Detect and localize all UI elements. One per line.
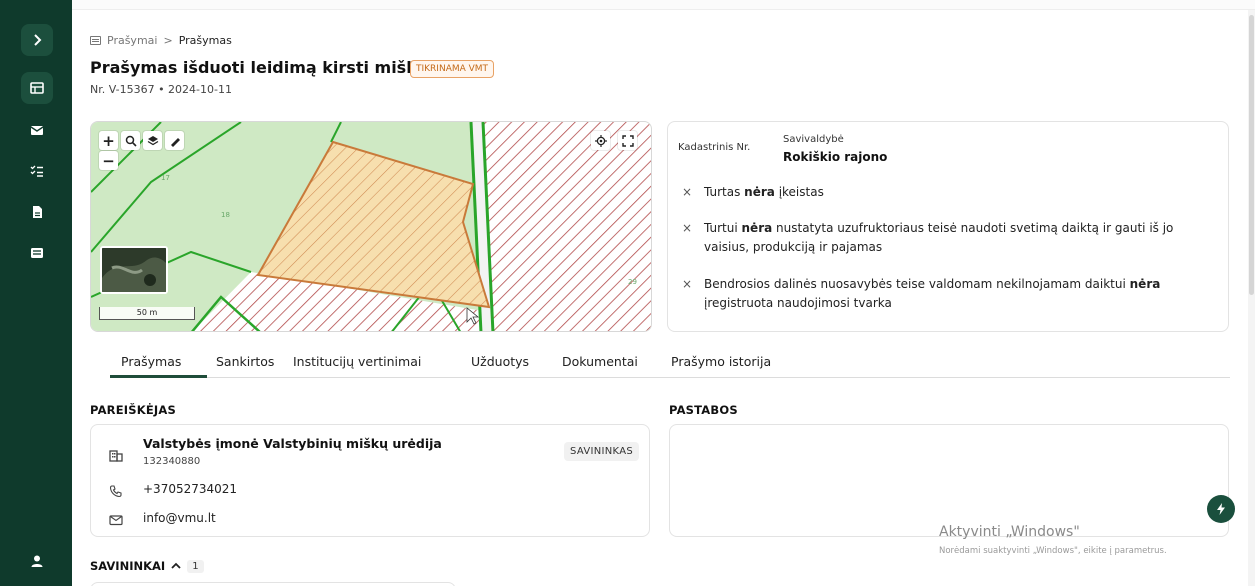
locate-icon: [594, 134, 607, 147]
active-tab-indicator: [110, 375, 207, 378]
search-icon: [125, 135, 137, 147]
applicant-card: Valstybės įmonė Valstybinių miškų urėdij…: [90, 424, 650, 537]
user-icon: [31, 555, 43, 567]
close-icon: ×: [682, 277, 693, 291]
sidebar-item-registry[interactable]: [21, 237, 53, 269]
sidebar-item-applications[interactable]: [21, 72, 53, 104]
satellite-thumbnail: [102, 248, 166, 292]
fact-item: × Turtas nėra įkeistas: [682, 183, 1212, 202]
applicant-heading: PAREIŠKĖJAS: [90, 403, 176, 417]
tab-application[interactable]: Prašymas: [121, 354, 181, 369]
breadcrumb-current: Prašymas: [178, 34, 232, 47]
municipality-label: Savivaldybė: [783, 134, 844, 145]
parcel-number: 29: [628, 278, 637, 286]
map-layers-button[interactable]: [143, 131, 162, 150]
status-badge: TIKRINAMA VMT: [410, 60, 495, 78]
cadastral-number-label: Kadastrinis Nr.: [678, 142, 751, 153]
fact-item: × Turtui nėra nustatyta uzufruktoriaus t…: [682, 219, 1217, 257]
sidebar-expand-button[interactable]: [21, 24, 53, 56]
tab-application-history[interactable]: Prašymo istorija: [671, 354, 771, 369]
layers-icon: [147, 135, 158, 145]
sidebar: [0, 0, 72, 586]
ruler-icon: [170, 137, 180, 147]
windows-activation-subtitle: Norėdami suaktyvinti „Windows", eikite į…: [939, 546, 1167, 556]
applicant-email[interactable]: info@vmu.lt: [143, 511, 216, 525]
windows-activation-title: Aktyvinti „Windows": [939, 524, 1080, 540]
tab-tasks[interactable]: Užduotys: [471, 354, 529, 369]
map-scale-bar: 50 m: [99, 307, 195, 320]
top-bar: [72, 0, 1255, 10]
breadcrumb: Prašymai > Prašymas: [90, 34, 232, 47]
minus-icon: −: [102, 151, 115, 170]
fact-text: Turtui nėra nustatyta uzufruktoriaus tei…: [704, 221, 1174, 254]
lightning-icon: [1217, 503, 1225, 515]
parcel-number: 18: [221, 211, 230, 219]
owners-section-toggle[interactable]: SAVININKAI 1: [90, 559, 204, 573]
mail-icon: [109, 512, 123, 526]
map-locate-button[interactable]: [591, 131, 610, 150]
sidebar-item-messages[interactable]: [21, 114, 53, 146]
owners-heading: SAVININKAI: [90, 559, 166, 573]
applicant-code: 132340880: [143, 456, 201, 467]
map-search-button[interactable]: [121, 131, 140, 150]
scrollbar-thumb[interactable]: [1249, 15, 1254, 295]
zoom-out-button[interactable]: −: [99, 151, 118, 170]
fact-text: Bendrosios dalinės nuosavybės teise vald…: [704, 277, 1161, 310]
chevron-right-icon: [34, 34, 42, 46]
main-content: Prašymai > Prašymas Prašymas išduoti lei…: [72, 10, 1248, 586]
quick-action-button[interactable]: [1207, 495, 1235, 523]
close-icon: ×: [682, 185, 693, 199]
notes-heading: PASTABOS: [669, 403, 738, 417]
owners-count-badge: 1: [187, 559, 204, 573]
page-scrollbar[interactable]: [1248, 10, 1255, 586]
chevron-up-icon: [171, 562, 181, 569]
notes-textarea[interactable]: [669, 424, 1229, 537]
page-title: Prašymas išduoti leidimą kirsti mišką: [90, 58, 428, 77]
breadcrumb-root-link[interactable]: Prašymai: [107, 34, 157, 47]
id-card-icon: [31, 248, 43, 258]
owner-card: [90, 582, 456, 586]
building-icon: [109, 447, 123, 462]
tab-bar: Prašymas Sankirtos Institucijų vertinima…: [110, 348, 1230, 378]
table-icon: [30, 82, 44, 94]
fact-text: Turtas nėra įkeistas: [704, 185, 824, 199]
parcel-number: 17: [161, 174, 170, 182]
close-icon: ×: [682, 221, 693, 235]
map-fullscreen-button[interactable]: [618, 131, 637, 150]
fact-item: × Bendrosios dalinės nuosavybės teise va…: [682, 275, 1217, 313]
tab-institution-reviews[interactable]: Institucijų vertinimai: [293, 354, 421, 369]
parcel-map[interactable]: 17 18 29 + − 50 m: [90, 121, 652, 332]
applicant-phone[interactable]: +37052734021: [143, 482, 237, 496]
applicant-name: Valstybės įmonė Valstybinių miškų urėdij…: [143, 436, 442, 451]
map-measure-button[interactable]: [165, 131, 184, 150]
municipality-value: Rokiškio rajono: [783, 150, 888, 164]
map-canvas[interactable]: [91, 122, 652, 332]
zoom-in-button[interactable]: +: [99, 131, 118, 150]
tab-intersections[interactable]: Sankirtos: [216, 354, 274, 369]
phone-icon: [109, 483, 123, 498]
sidebar-item-documents[interactable]: [21, 196, 53, 228]
map-minimap[interactable]: [100, 246, 168, 294]
sidebar-item-tasks[interactable]: [21, 155, 53, 187]
table-icon: [90, 36, 101, 45]
tab-documents[interactable]: Dokumentai: [562, 354, 638, 369]
applicant-role-badge: SAVININKAS: [564, 442, 640, 461]
property-info-panel: Kadastrinis Nr. Savivaldybė Rokiškio raj…: [667, 121, 1229, 332]
mail-icon: [30, 126, 44, 135]
fullscreen-icon: [621, 134, 634, 147]
breadcrumb-separator: >: [163, 34, 173, 47]
sidebar-user-button[interactable]: [21, 545, 53, 577]
page-subtitle: Nr. V-15367 • 2024-10-11: [90, 83, 232, 96]
plus-icon: +: [102, 131, 115, 150]
document-icon: [33, 206, 42, 218]
checklist-icon: [30, 165, 43, 177]
